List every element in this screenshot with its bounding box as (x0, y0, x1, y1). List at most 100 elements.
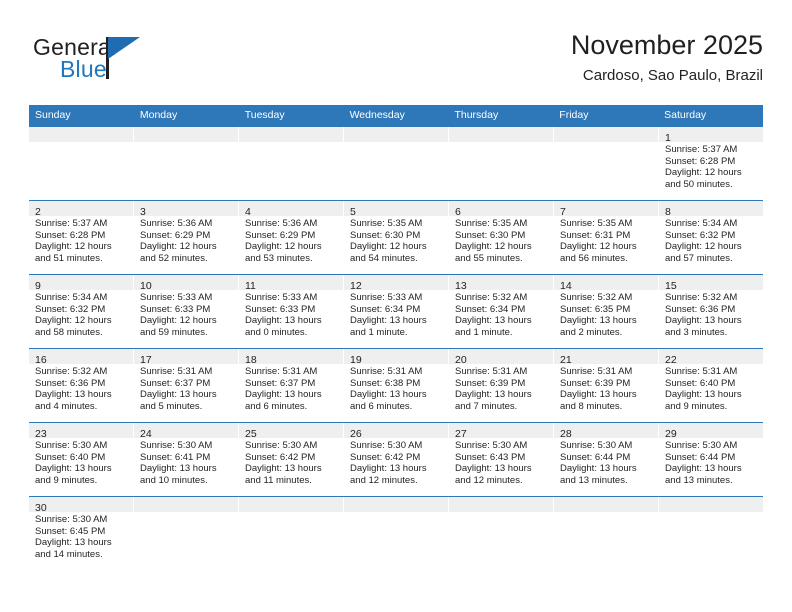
calendar-day-cell[interactable]: 18 Sunrise: 5:31 AM Sunset: 6:37 PM Dayligh… (239, 349, 344, 422)
calendar-day-cell[interactable]: 30 Sunrise: 5:30 AM Sunset: 6:45 PM Dayligh… (29, 497, 134, 570)
sunrise-time: Sunrise: 5:31 AM (350, 366, 423, 377)
day-number-strip: 24 (134, 423, 238, 440)
day-details: Sunrise: 5:32 AM Sunset: 6:34 PM Daylight:… (449, 290, 553, 338)
daylight-duration-line1: Daylight: 13 hours (140, 463, 217, 475)
daylight-duration-line1: Daylight: 13 hours (245, 463, 322, 475)
sunrise-time: Sunrise: 5:37 AM (35, 218, 108, 229)
day-number-strip: 10 (134, 275, 238, 292)
calendar-day-cell[interactable]: 13 Sunrise: 5:32 AM Sunset: 6:34 PM Dayligh… (449, 275, 554, 348)
daylight-duration-line2: and 12 minutes. (350, 474, 418, 486)
calendar-day-cell[interactable]: 27 Sunrise: 5:30 AM Sunset: 6:43 PM Dayligh… (449, 423, 554, 496)
calendar-day-cell[interactable]: 28 Sunrise: 5:30 AM Sunset: 6:44 PM Dayligh… (554, 423, 659, 496)
daylight-duration-line2: and 13 minutes. (665, 474, 733, 486)
calendar-day-cell[interactable]: 17 Sunrise: 5:31 AM Sunset: 6:37 PM Dayligh… (134, 349, 239, 422)
day-number: 1 (665, 132, 671, 144)
day-number-strip: 2 (29, 201, 133, 218)
daylight-duration-line1: Daylight: 13 hours (455, 463, 532, 475)
day-number-strip: 22 (659, 349, 763, 366)
sunset-time: Sunset: 6:37 PM (245, 377, 316, 389)
day-number-strip (344, 127, 448, 142)
calendar-day-cell[interactable]: 7 Sunrise: 5:35 AM Sunset: 6:31 PM Daylight… (554, 201, 659, 274)
day-details: Sunrise: 5:30 AM Sunset: 6:43 PM Daylight:… (449, 438, 553, 486)
calendar-day-cell[interactable]: 24 Sunrise: 5:30 AM Sunset: 6:41 PM Dayligh… (134, 423, 239, 496)
sunrise-time: Sunrise: 5:35 AM (455, 218, 528, 229)
calendar-day-cell-empty (29, 127, 134, 200)
day-number: 17 (140, 354, 152, 366)
calendar-day-cell[interactable]: 23 Sunrise: 5:30 AM Sunset: 6:40 PM Dayligh… (29, 423, 134, 496)
sunrise-time: Sunrise: 5:34 AM (35, 292, 108, 303)
day-details: Sunrise: 5:30 AM Sunset: 6:44 PM Daylight:… (554, 438, 658, 486)
calendar-day-cell[interactable]: 6 Sunrise: 5:35 AM Sunset: 6:30 PM Daylight… (449, 201, 554, 274)
sunset-time: Sunset: 6:30 PM (350, 229, 421, 241)
day-number: 10 (140, 280, 152, 292)
day-details: Sunrise: 5:32 AM Sunset: 6:36 PM Daylight:… (29, 364, 133, 412)
day-number-strip: 17 (134, 349, 238, 366)
calendar-day-cell[interactable]: 16 Sunrise: 5:32 AM Sunset: 6:36 PM Dayligh… (29, 349, 134, 422)
sunset-time: Sunset: 6:42 PM (350, 451, 421, 463)
calendar-day-cell[interactable]: 25 Sunrise: 5:30 AM Sunset: 6:42 PM Dayligh… (239, 423, 344, 496)
sunset-time: Sunset: 6:36 PM (35, 377, 106, 389)
sunset-time: Sunset: 6:28 PM (35, 229, 106, 241)
day-number-strip (449, 127, 553, 142)
blue-triangle-icon (108, 37, 140, 59)
calendar-day-cell-empty (449, 497, 554, 570)
calendar-day-cell[interactable]: 4 Sunrise: 5:36 AM Sunset: 6:29 PM Daylight… (239, 201, 344, 274)
sunrise-time: Sunrise: 5:36 AM (245, 218, 318, 229)
sunrise-time: Sunrise: 5:30 AM (245, 440, 318, 451)
calendar-day-cell[interactable]: 19 Sunrise: 5:31 AM Sunset: 6:38 PM Dayligh… (344, 349, 449, 422)
sunset-time: Sunset: 6:42 PM (245, 451, 316, 463)
calendar-day-cell[interactable]: 14 Sunrise: 5:32 AM Sunset: 6:35 PM Dayligh… (554, 275, 659, 348)
sunset-time: Sunset: 6:32 PM (35, 303, 106, 315)
calendar-day-cell[interactable]: 26 Sunrise: 5:30 AM Sunset: 6:42 PM Dayligh… (344, 423, 449, 496)
day-number: 24 (140, 428, 152, 440)
calendar-day-cell[interactable]: 1 Sunrise: 5:37 AM Sunset: 6:28 PM Daylight… (659, 127, 763, 200)
day-details: Sunrise: 5:30 AM Sunset: 6:44 PM Daylight:… (659, 438, 763, 486)
daylight-duration-line1: Daylight: 12 hours (35, 315, 112, 327)
day-number-strip: 25 (239, 423, 343, 440)
day-number: 13 (455, 280, 467, 292)
day-number-strip: 18 (239, 349, 343, 366)
general-blue-logo[interactable]: General Blue (33, 34, 213, 92)
sunrise-time: Sunrise: 5:31 AM (455, 366, 528, 377)
sunrise-time: Sunrise: 5:32 AM (35, 366, 108, 377)
day-details: Sunrise: 5:31 AM Sunset: 6:37 PM Daylight:… (239, 364, 343, 412)
calendar-week-row: 23 Sunrise: 5:30 AM Sunset: 6:40 PM Dayligh… (29, 422, 763, 496)
sunset-time: Sunset: 6:34 PM (455, 303, 526, 315)
calendar-day-cell[interactable]: 21 Sunrise: 5:31 AM Sunset: 6:39 PM Dayligh… (554, 349, 659, 422)
daylight-duration-line1: Daylight: 13 hours (245, 389, 322, 401)
calendar-day-cell[interactable]: 29 Sunrise: 5:30 AM Sunset: 6:44 PM Dayligh… (659, 423, 763, 496)
day-number: 16 (35, 354, 47, 366)
daylight-duration-line1: Daylight: 13 hours (350, 463, 427, 475)
calendar-day-cell[interactable]: 2 Sunrise: 5:37 AM Sunset: 6:28 PM Daylight… (29, 201, 134, 274)
calendar-day-cell[interactable]: 3 Sunrise: 5:36 AM Sunset: 6:29 PM Daylight… (134, 201, 239, 274)
calendar-day-cell[interactable]: 9 Sunrise: 5:34 AM Sunset: 6:32 PM Daylight… (29, 275, 134, 348)
daylight-duration-line2: and 8 minutes. (560, 400, 623, 412)
day-number-strip (29, 127, 133, 142)
calendar-day-cell[interactable]: 5 Sunrise: 5:35 AM Sunset: 6:30 PM Daylight… (344, 201, 449, 274)
day-details: Sunrise: 5:32 AM Sunset: 6:36 PM Daylight:… (659, 290, 763, 338)
sunrise-time: Sunrise: 5:33 AM (350, 292, 423, 303)
day-details: Sunrise: 5:33 AM Sunset: 6:34 PM Daylight:… (344, 290, 448, 338)
sunset-time: Sunset: 6:31 PM (560, 229, 631, 241)
calendar-day-cell[interactable]: 8 Sunrise: 5:34 AM Sunset: 6:32 PM Daylight… (659, 201, 763, 274)
day-number-strip: 26 (344, 423, 448, 440)
sunset-time: Sunset: 6:38 PM (350, 377, 421, 389)
daylight-duration-line1: Daylight: 13 hours (665, 389, 742, 401)
sunset-time: Sunset: 6:35 PM (560, 303, 631, 315)
sunrise-time: Sunrise: 5:32 AM (665, 292, 738, 303)
calendar-day-cell[interactable]: 15 Sunrise: 5:32 AM Sunset: 6:36 PM Dayligh… (659, 275, 763, 348)
daylight-duration-line2: and 1 minute. (455, 326, 513, 338)
calendar-day-cell[interactable]: 20 Sunrise: 5:31 AM Sunset: 6:39 PM Dayligh… (449, 349, 554, 422)
calendar-day-cell-empty (239, 127, 344, 200)
day-details: Sunrise: 5:33 AM Sunset: 6:33 PM Daylight:… (239, 290, 343, 338)
calendar-day-cell[interactable]: 22 Sunrise: 5:31 AM Sunset: 6:40 PM Dayligh… (659, 349, 763, 422)
calendar-day-cell[interactable]: 10 Sunrise: 5:33 AM Sunset: 6:33 PM Dayligh… (134, 275, 239, 348)
daylight-duration-line2: and 7 minutes. (455, 400, 518, 412)
day-number-strip: 30 (29, 497, 133, 514)
day-number: 3 (140, 206, 146, 218)
sunrise-time: Sunrise: 5:30 AM (140, 440, 213, 451)
calendar-day-cell[interactable]: 12 Sunrise: 5:33 AM Sunset: 6:34 PM Dayligh… (344, 275, 449, 348)
calendar-day-cell[interactable]: 11 Sunrise: 5:33 AM Sunset: 6:33 PM Dayligh… (239, 275, 344, 348)
sunset-time: Sunset: 6:33 PM (140, 303, 211, 315)
title-block: November 2025 Cardoso, Sao Paulo, Brazil (571, 28, 763, 87)
